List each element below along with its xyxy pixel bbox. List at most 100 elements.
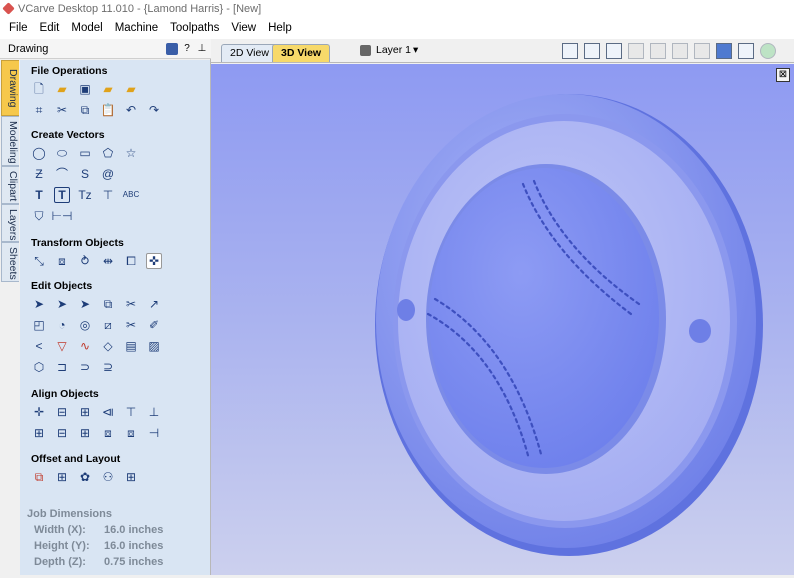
- align-left-icon[interactable]: ⧏: [100, 404, 116, 420]
- copy-along-vectors-icon[interactable]: ⚇: [100, 469, 116, 485]
- draw-mode-icon[interactable]: [738, 43, 754, 59]
- nesting-icon[interactable]: ⊞: [123, 469, 139, 485]
- menu-view[interactable]: View: [225, 22, 262, 34]
- tab-2d-view[interactable]: 2D View: [221, 44, 278, 62]
- job-setup-icon[interactable]: ⌗: [31, 102, 47, 118]
- smooth-icon[interactable]: ◎: [77, 317, 93, 333]
- extend-icon[interactable]: ✐: [146, 317, 162, 333]
- split-icon[interactable]: ⊇: [100, 359, 116, 375]
- arc-icon[interactable]: ⌒: [54, 166, 70, 182]
- star-icon[interactable]: ☆: [123, 145, 139, 161]
- import-bitmap-icon[interactable]: ▰: [123, 81, 139, 97]
- ellipse-icon[interactable]: ⬭: [54, 145, 70, 161]
- snap-icon[interactable]: [716, 43, 732, 59]
- align-bottom-icon[interactable]: ⊥: [146, 404, 162, 420]
- mirror-nodes-icon[interactable]: ◇: [100, 338, 116, 354]
- tabs-icon[interactable]: ⊐: [54, 359, 70, 375]
- ungroup-icon[interactable]: ✂: [123, 296, 139, 312]
- curve-fit-icon[interactable]: ∿: [77, 338, 93, 354]
- text-icon[interactable]: T: [31, 187, 47, 203]
- dogbone-icon[interactable]: ▽: [54, 338, 70, 354]
- trace-bitmap-icon[interactable]: ⛉: [31, 208, 47, 224]
- align-horiz-page-icon[interactable]: ⊟: [54, 425, 70, 441]
- trim-icon[interactable]: ✂: [123, 317, 139, 333]
- layer-selector[interactable]: Layer 1 ▾: [360, 44, 418, 56]
- offset-icon[interactable]: ⧉: [31, 469, 47, 485]
- tab-clipart[interactable]: Clipart: [1, 166, 19, 204]
- offset-shape-icon[interactable]: ⬡: [31, 359, 47, 375]
- align-center-icon[interactable]: ✛: [31, 404, 47, 420]
- spiral-icon[interactable]: @: [100, 166, 116, 182]
- menu-edit[interactable]: Edit: [34, 22, 66, 34]
- align-vert-page-icon[interactable]: ⊞: [77, 425, 93, 441]
- render-icon[interactable]: [760, 43, 776, 59]
- circular-copy-icon[interactable]: ✿: [77, 469, 93, 485]
- select-icon[interactable]: ➤: [31, 296, 47, 312]
- help-icon[interactable]: ?: [181, 43, 193, 55]
- circle-icon[interactable]: ◯: [31, 145, 47, 161]
- zoom-extents-icon[interactable]: [562, 43, 578, 59]
- bridge-icon[interactable]: ⊃: [77, 359, 93, 375]
- save-file-icon[interactable]: ▣: [77, 81, 93, 97]
- fillet-icon[interactable]: ⧄: [100, 317, 116, 333]
- distort-icon[interactable]: ⧠: [123, 253, 139, 269]
- menu-machine[interactable]: Machine: [109, 22, 164, 34]
- array-copy-icon[interactable]: ⊞: [54, 469, 70, 485]
- tab-modeling[interactable]: Modeling: [1, 116, 19, 166]
- curve-icon[interactable]: S: [77, 166, 93, 182]
- set-size-icon[interactable]: ⧈: [54, 253, 70, 269]
- space-vertical-icon[interactable]: ⧈: [123, 425, 139, 441]
- center-icon[interactable]: ✜: [146, 253, 162, 269]
- image-edit-icon[interactable]: ▤: [123, 338, 139, 354]
- redo-icon[interactable]: ↷: [146, 102, 162, 118]
- chamfer-icon[interactable]: <: [31, 338, 47, 354]
- space-horizontal-icon[interactable]: ⧈: [100, 425, 116, 441]
- polygon-icon[interactable]: ⬠: [100, 145, 116, 161]
- menu-help[interactable]: Help: [262, 22, 298, 34]
- tab-layers[interactable]: Layers: [1, 204, 19, 242]
- zoom-in-icon[interactable]: [650, 43, 666, 59]
- zoom-out-icon[interactable]: [672, 43, 688, 59]
- tab-sheets[interactable]: Sheets: [1, 242, 19, 282]
- grid-icon[interactable]: [606, 43, 622, 59]
- cut-icon[interactable]: ✂: [54, 102, 70, 118]
- menu-file[interactable]: File: [3, 22, 34, 34]
- align-center-x-icon[interactable]: ⊟: [54, 404, 70, 420]
- menu-model[interactable]: Model: [65, 22, 108, 34]
- weld-icon[interactable]: ↗: [146, 296, 162, 312]
- align-right-icon[interactable]: ⊣: [146, 425, 162, 441]
- group-icon[interactable]: ⧉: [100, 296, 116, 312]
- dimensions-icon[interactable]: ⊢⊣: [52, 208, 73, 224]
- menu-toolpaths[interactable]: Toolpaths: [164, 22, 225, 34]
- 3d-viewport[interactable]: [211, 64, 794, 575]
- tab-drawing[interactable]: Drawing: [1, 60, 19, 116]
- new-file-icon[interactable]: 🗋: [31, 81, 47, 97]
- close-vectors-icon[interactable]: ◔: [54, 317, 70, 333]
- autolayout-text-icon[interactable]: T: [54, 187, 70, 203]
- vector-texture-icon[interactable]: ▨: [146, 338, 162, 354]
- close-view-icon[interactable]: ⊠: [776, 68, 790, 82]
- open-file-icon[interactable]: ▰: [54, 81, 70, 97]
- pan-icon[interactable]: [628, 43, 644, 59]
- polyline-icon[interactable]: Ƶ: [31, 166, 47, 182]
- zoom-box-icon[interactable]: [584, 43, 600, 59]
- move-icon[interactable]: ⤡: [31, 253, 47, 269]
- pushpin-icon[interactable]: ⊥: [196, 43, 208, 55]
- rectangle-icon[interactable]: ▭: [77, 145, 93, 161]
- pin-panel-icon[interactable]: [166, 42, 178, 55]
- join-vectors-icon[interactable]: ◰: [31, 317, 47, 333]
- adjust-text-icon[interactable]: ⊤: [100, 187, 116, 203]
- tab-3d-view[interactable]: 3D View: [272, 44, 331, 62]
- node-edit-icon[interactable]: ➤: [54, 296, 70, 312]
- text-arc-icon[interactable]: ABC: [123, 187, 139, 203]
- mirror-icon[interactable]: ⇹: [100, 253, 116, 269]
- align-center-page-icon[interactable]: ⊞: [31, 425, 47, 441]
- undo-icon[interactable]: ↶: [123, 102, 139, 118]
- interactive-select-icon[interactable]: ➤: [77, 296, 93, 312]
- rotate-icon[interactable]: ⥁: [77, 253, 93, 269]
- align-center-y-icon[interactable]: ⊞: [77, 404, 93, 420]
- text-on-curve-icon[interactable]: Tz: [77, 187, 93, 203]
- paste-icon[interactable]: 📋: [100, 102, 116, 118]
- copy-icon[interactable]: ⧉: [77, 102, 93, 118]
- import-icon[interactable]: ▰: [100, 81, 116, 97]
